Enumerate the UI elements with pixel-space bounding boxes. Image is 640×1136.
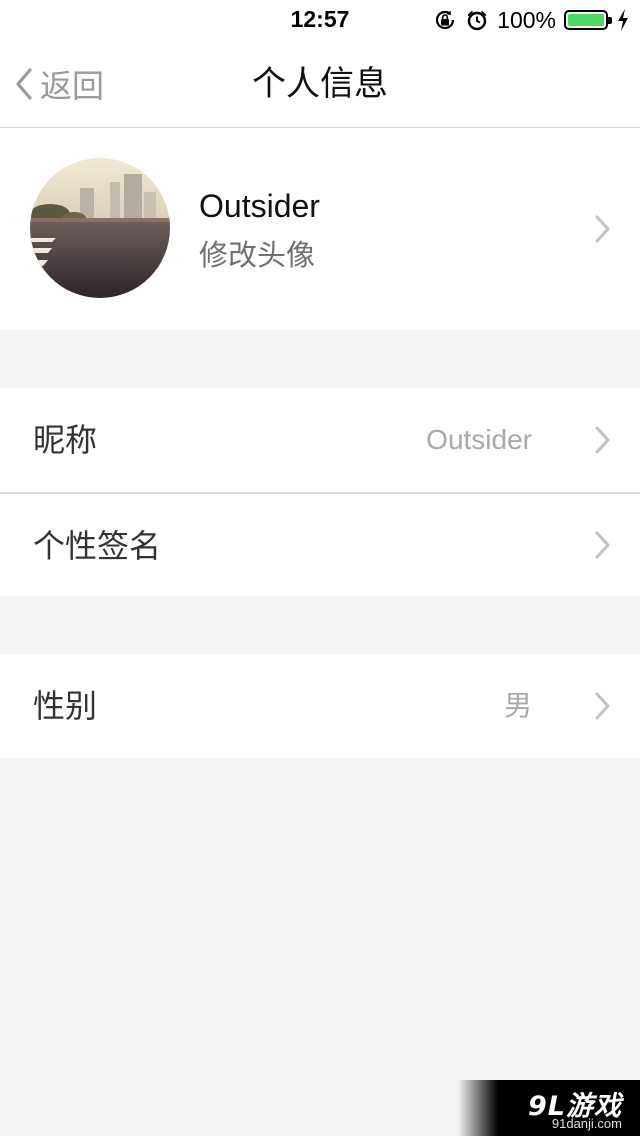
signature-row[interactable]: 个性签名 [0,494,640,596]
battery-percent: 100% [497,6,556,33]
chevron-right-icon [595,531,610,559]
alarm-icon [467,10,487,31]
watermark-logo: 9L游戏 91danji.com [458,1080,640,1136]
rotation-lock-icon [436,10,455,30]
navigation-bar: 返回 个人信息 [0,40,640,128]
nickname-row[interactable]: 昵称 Outsider [0,388,640,492]
nickname-value: Outsider [426,424,532,455]
chevron-right-icon [595,215,610,243]
battery-level-fill [568,14,604,26]
avatar-photo [30,158,170,298]
battery-nub [608,17,612,24]
profile-name: Outsider [199,188,320,224]
battery-icon [564,10,612,30]
status-bar: 12:57 100% [0,0,640,40]
nickname-label: 昵称 [33,421,98,459]
gender-row[interactable]: 性别 男 [0,654,640,758]
status-icons: 100% [433,6,630,34]
watermark-url: 91danji.com [551,1116,622,1131]
page-title: 个人信息 [252,64,388,104]
gender-value: 男 [503,689,532,722]
profile-avatar-row[interactable]: Outsider 修改头像 [0,128,640,330]
avatar[interactable] [30,158,170,298]
charging-icon [618,9,628,31]
signature-label: 个性签名 [33,527,162,565]
gender-label: 性别 [33,687,98,725]
change-avatar-label: 修改头像 [199,238,316,272]
chevron-right-icon [595,426,610,454]
chevron-right-icon [595,692,610,720]
